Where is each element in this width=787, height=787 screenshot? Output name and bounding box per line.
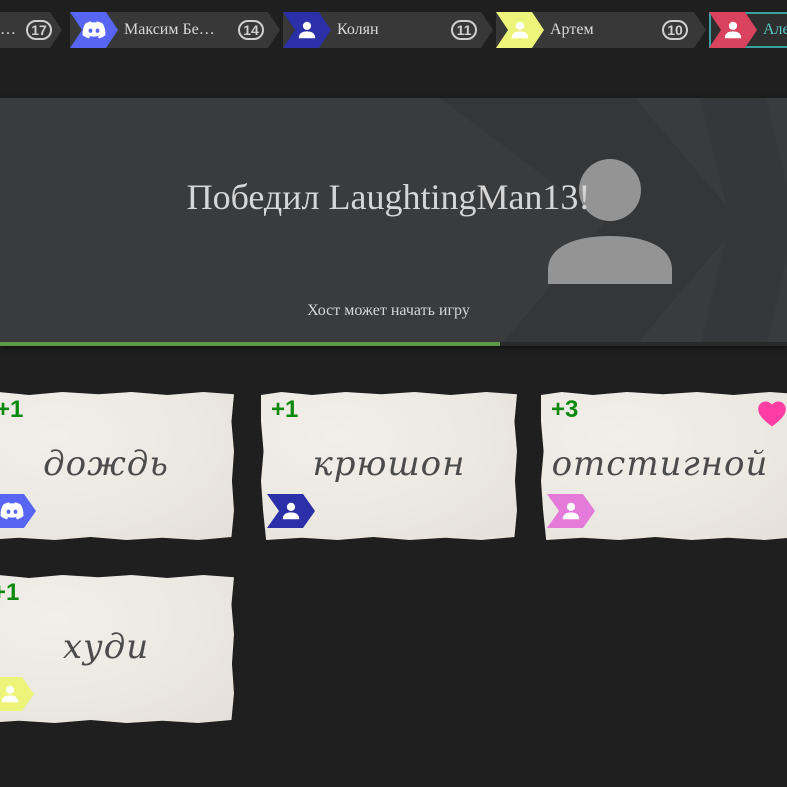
round-progress-bar <box>0 342 787 346</box>
user-icon <box>496 12 544 48</box>
player-name: Артем <box>550 21 594 38</box>
winner-title: Победил LaughtingMan13! <box>186 177 591 217</box>
user-icon <box>267 494 315 528</box>
user-icon <box>0 677 34 711</box>
player-score: 11 <box>451 20 477 40</box>
word-card[interactable]: +1 крюшон <box>261 392 517 540</box>
card-word: худи <box>62 627 150 667</box>
player-chip[interactable]: Колян 11 <box>283 12 493 48</box>
round-progress-fill <box>0 342 500 346</box>
discord-icon <box>70 12 118 48</box>
player-chip-active[interactable]: Але <box>709 12 787 48</box>
user-icon <box>709 12 757 48</box>
heart-icon[interactable] <box>757 400 787 428</box>
vote-count: +1 <box>0 396 24 423</box>
word-card[interactable]: +1 дождь <box>0 392 234 540</box>
player-chip[interactable]: Максим Бе… 14 <box>70 12 280 48</box>
player-score: 17 <box>26 20 52 40</box>
vote-count: +1 <box>271 396 299 423</box>
player-name: Колян <box>337 21 379 38</box>
player-chip[interactable]: … 17 <box>0 12 62 48</box>
word-card[interactable]: +1 худи <box>0 575 234 723</box>
discord-icon <box>0 494 36 528</box>
player-score: 14 <box>238 20 264 40</box>
vote-count: +3 <box>551 396 579 423</box>
winner-banner: Победил LaughtingMan13! Хост может начат… <box>0 98 787 346</box>
vote-count: +1 <box>0 579 20 606</box>
word-card[interactable]: +3 отстигной <box>541 392 787 540</box>
card-word: крюшон <box>312 444 466 484</box>
host-status-text: Хост может начать игру <box>307 302 470 319</box>
user-icon <box>547 494 595 528</box>
player-score: 10 <box>662 20 688 40</box>
card-word: дождь <box>43 444 169 484</box>
player-bar: … 17 Максим Бе… 14 Колян 11 Артем 10 Але <box>0 12 787 48</box>
user-icon <box>283 12 331 48</box>
player-name: Максим Бе… <box>124 21 215 38</box>
player-name: … <box>0 21 16 38</box>
card-word: отстигной <box>551 444 769 484</box>
player-chip[interactable]: Артем 10 <box>496 12 706 48</box>
player-name: Але <box>763 21 787 38</box>
